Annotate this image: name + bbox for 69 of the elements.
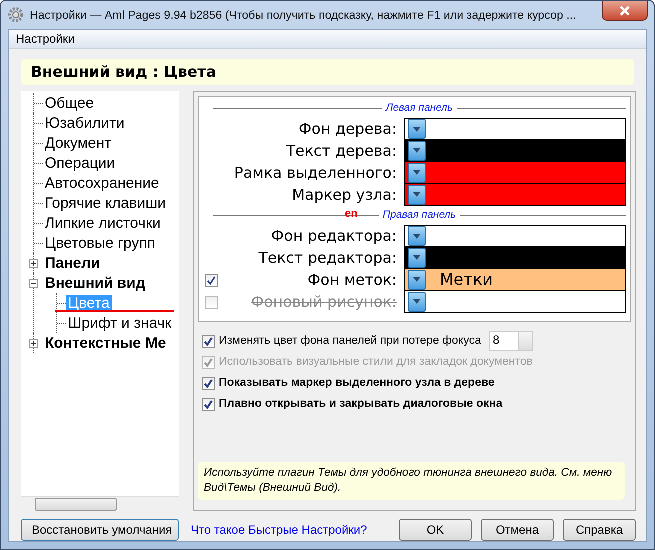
menu-item[interactable]: Настройки xyxy=(9,32,82,46)
dropdown-button[interactable] xyxy=(408,270,426,290)
help-link[interactable]: Что такое Быстрые Настройки? xyxy=(191,523,368,537)
color-label: Фон редактора: xyxy=(270,227,398,245)
color-label: Маркер узла: xyxy=(291,186,398,204)
dropdown-button[interactable] xyxy=(408,119,426,139)
tree-item[interactable]: Операции xyxy=(43,154,118,172)
caret-icon xyxy=(413,234,421,238)
section-title: Правая панель xyxy=(382,209,456,221)
checkbox[interactable] xyxy=(202,398,215,410)
option-label[interactable]: Плавно открывать и закрывать диалоговые окна xyxy=(219,398,503,410)
color-swatch[interactable] xyxy=(404,225,626,247)
caret-icon xyxy=(413,255,421,260)
close-button[interactable] xyxy=(602,1,648,21)
caret-icon xyxy=(413,126,421,132)
page-header: Внешний вид : Цвета xyxy=(21,59,634,85)
caret-icon xyxy=(413,277,421,282)
color-label: Фон меток: xyxy=(306,271,398,289)
tree-item[interactable]: Юзабилити xyxy=(43,114,127,132)
color-swatch[interactable] xyxy=(404,140,626,162)
close-icon xyxy=(619,6,631,16)
color-label: Текст редактора: xyxy=(258,249,398,267)
dropdown-button[interactable] xyxy=(408,184,426,204)
color-swatch[interactable] xyxy=(404,118,626,140)
caret-icon xyxy=(413,170,421,175)
dropdown-button[interactable] xyxy=(408,162,426,182)
gear-icon xyxy=(8,7,24,23)
dialog-button[interactable]: Справка xyxy=(563,519,636,541)
tree-item[interactable]: Липкие листочки xyxy=(43,214,163,232)
window-title: Настройки — Aml Pages 9.94 b2856 (Чтобы получить подсказку, нажмите F1 или задержите курсор ... xyxy=(30,8,576,22)
tree-item[interactable]: Контекстные Ме xyxy=(43,334,168,352)
number-spinner[interactable]: 8 xyxy=(489,331,533,351)
color-label: Фон дерева: xyxy=(298,120,398,138)
hint-text: Используйте плагин Темы для удобного тюнинга внешнего вида. См. меню Вид\Темы (Внешний Вид). xyxy=(198,462,625,500)
tree-item[interactable]: Автосохранение xyxy=(43,174,162,192)
tree-item[interactable]: Внешний вид xyxy=(43,274,148,292)
section-title: Левая панель xyxy=(386,102,453,114)
color-label: Фоновый рисунок: xyxy=(250,293,398,311)
tree-item[interactable]: Документ xyxy=(43,134,114,152)
caret-icon xyxy=(413,192,421,197)
plus-icon[interactable] xyxy=(29,338,38,348)
checkbox[interactable] xyxy=(202,376,215,390)
caret-icon xyxy=(413,148,421,153)
tree-item[interactable]: Шрифт и значк xyxy=(66,314,174,332)
sample-text: Метки xyxy=(440,270,494,289)
minus-icon[interactable] xyxy=(29,278,38,288)
dialog-button[interactable]: Отмена xyxy=(481,519,554,541)
color-swatch[interactable] xyxy=(404,184,626,206)
reset-button[interactable]: Восстановить умолчания xyxy=(21,519,179,541)
tree-item[interactable]: Цветовые групп xyxy=(43,234,158,252)
dropdown-button[interactable] xyxy=(408,140,426,160)
tree-item[interactable]: Общее xyxy=(43,94,96,112)
tree-item[interactable]: Панели xyxy=(43,254,102,272)
checkbox[interactable] xyxy=(205,274,218,286)
plus-icon[interactable] xyxy=(29,258,38,268)
checkbox[interactable] xyxy=(202,334,215,348)
dropdown-button[interactable] xyxy=(408,226,426,246)
color-swatch[interactable] xyxy=(404,162,626,184)
language-indicator: en xyxy=(345,208,358,220)
option-label[interactable]: Показывать маркер выделенного узла в дереве xyxy=(219,377,495,389)
color-label: Рамка выделенного: xyxy=(233,164,398,182)
dialog-button[interactable]: OK xyxy=(399,519,472,541)
tree-item[interactable]: Горячие клавиши xyxy=(43,194,168,212)
color-label: Текст дерева: xyxy=(285,142,398,160)
dropdown-button[interactable] xyxy=(408,248,426,268)
color-swatch[interactable] xyxy=(404,247,626,269)
option-label[interactable]: Изменять цвет фона панелей при потере фокуса xyxy=(219,335,482,347)
caret-icon xyxy=(413,299,421,304)
color-swatch[interactable]: Метки xyxy=(404,269,626,291)
